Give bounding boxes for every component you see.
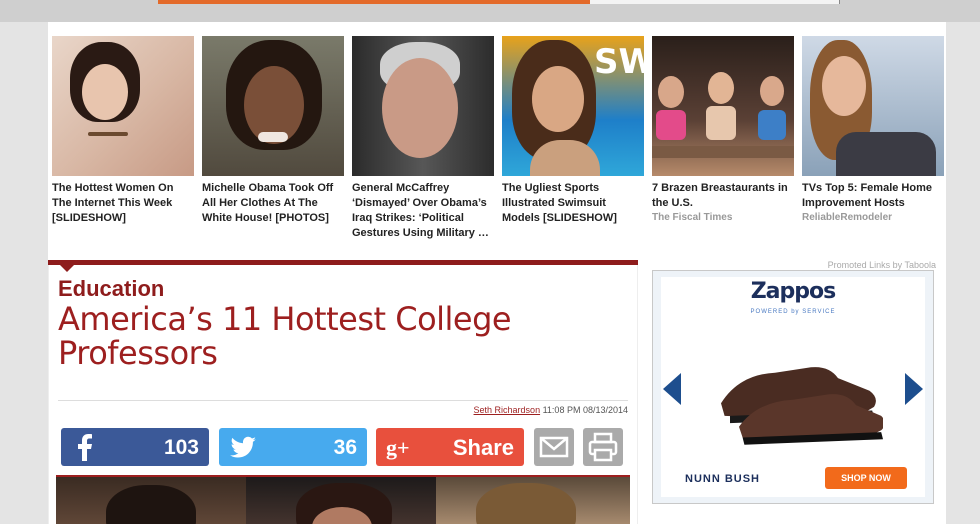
top-banner-field [590,0,840,4]
promo-image[interactable]: SW [502,36,644,176]
facebook-share-count: 103 [163,436,199,459]
promo-source: ReliableRemodeler [802,212,893,223]
promo-title[interactable]: 7 Brazen Breastaurants in the U.S. [652,181,794,211]
advertisement[interactable]: Zappos POWERED by SERVICE NUNN BUSH SHOP… [652,270,934,504]
svg-text:g+: g+ [386,435,410,460]
promo-image[interactable] [802,36,944,176]
google-plus-icon: g+ [386,435,410,460]
promo-title[interactable]: The Ugliest Sports Illustrated Swimsuit … [502,181,644,226]
promo-item[interactable]: SW The Ugliest Sports Illustrated Swimsu… [502,36,644,226]
promo-item[interactable]: 7 Brazen Breastaurants in the U.S. The F… [652,36,794,225]
facebook-icon [78,434,92,461]
gallery-photo[interactable] [246,477,436,524]
zappos-logo: Zappos [750,279,837,304]
print-button[interactable] [583,428,623,466]
promo-title[interactable]: TVs Top 5: Female Home Improvement Hosts [802,181,944,211]
facebook-share-button[interactable]: 103 [61,428,209,466]
article-photo-gallery [56,475,630,524]
author-link[interactable]: Seth Richardson [474,405,541,415]
promo-item[interactable]: TVs Top 5: Female Home Improvement Hosts… [802,36,944,225]
print-icon [588,432,618,462]
promoted-links: The Hottest Women On The Internet This W… [52,36,944,270]
article-category[interactable]: Education [58,276,164,302]
mail-icon [539,436,569,458]
article: Education America’s 11 Hottest College P… [48,260,638,524]
article-headline: America’s 11 Hottest College Professors [58,300,512,372]
google-plus-share-button[interactable]: g+ Share [376,428,524,466]
byline-divider [58,400,628,401]
shoe-image [721,367,883,445]
twitter-share-button[interactable]: 36 [219,428,367,466]
article-timestamp: 11:08 PM 08/13/2014 [542,405,628,415]
promo-image[interactable] [652,36,794,176]
email-button[interactable] [534,428,574,466]
ad-brand: NUNN BUSH [685,473,760,485]
taboola-credit[interactable]: Promoted Links by Taboola [828,260,936,270]
ad-prev-arrow[interactable] [663,373,681,405]
google-share-label: Share [452,435,514,460]
ad-next-arrow[interactable] [905,373,923,405]
promo-image[interactable] [202,36,344,176]
zappos-tagline: POWERED by SERVICE [750,309,836,315]
promo-image[interactable] [52,36,194,176]
byline: Seth Richardson 11:08 PM 08/13/2014 [474,405,628,415]
share-bar: 103 36 g+ Share [61,428,631,466]
gallery-photo[interactable] [56,477,246,524]
promo-source: The Fiscal Times [652,212,733,223]
promo-title[interactable]: Michelle Obama Took Off All Her Clothes … [202,181,344,226]
ad-creative[interactable]: Zappos POWERED by SERVICE NUNN BUSH SHOP… [661,277,925,497]
page-content: The Hottest Women On The Internet This W… [48,22,946,524]
promo-title[interactable]: General McCaffrey ‘Dismayed’ Over Obama’… [352,181,494,241]
promo-title[interactable]: The Hottest Women On The Internet This W… [52,181,194,226]
promo-image[interactable] [352,36,494,176]
top-banner-bar [158,0,590,4]
gallery-photo[interactable] [436,477,630,524]
promo-item[interactable]: Michelle Obama Took Off All Her Clothes … [202,36,344,226]
shop-now-button[interactable]: SHOP NOW [825,467,907,489]
promo-item[interactable]: The Hottest Women On The Internet This W… [52,36,194,226]
twitter-share-count: 36 [333,436,357,459]
twitter-icon [230,436,256,458]
promo-item[interactable]: General McCaffrey ‘Dismayed’ Over Obama’… [352,36,494,241]
